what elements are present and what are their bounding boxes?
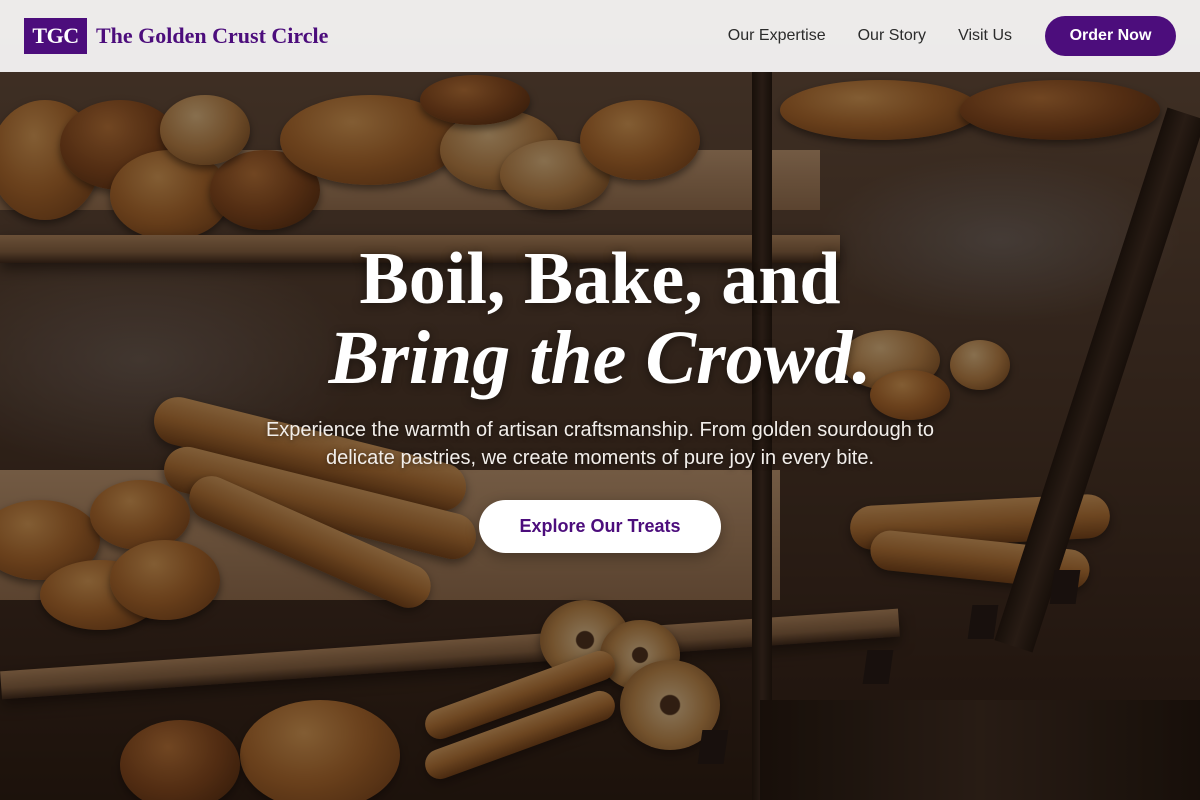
nav-link-our-expertise[interactable]: Our Expertise <box>728 27 826 45</box>
hero-headline-line-2: Bring the Crowd. <box>328 316 872 400</box>
brand-logo: TGC <box>24 18 87 54</box>
hero-headline-line-1: Boil, Bake, and <box>359 238 841 320</box>
nav-menu: Our Expertise Our Story Visit Us Order N… <box>696 16 1176 56</box>
hero-section: Boil, Bake, and Bring the Crowd. Experie… <box>0 236 1200 553</box>
explore-treats-button[interactable]: Explore Our Treats <box>479 500 721 553</box>
brand-home-link[interactable]: TGC The Golden Crust Circle <box>24 18 328 54</box>
brand-name: The Golden Crust Circle <box>96 23 329 48</box>
top-navigation-bar: TGC The Golden Crust Circle Our Expertis… <box>0 0 1200 72</box>
nav-link-visit-us[interactable]: Visit Us <box>958 27 1012 45</box>
hero-headline: Boil, Bake, and Bring the Crowd. <box>0 236 1200 400</box>
order-now-button[interactable]: Order Now <box>1045 16 1176 56</box>
hero-subtext: Experience the warmth of artisan craftsm… <box>265 419 935 469</box>
nav-link-our-story[interactable]: Our Story <box>858 27 926 45</box>
